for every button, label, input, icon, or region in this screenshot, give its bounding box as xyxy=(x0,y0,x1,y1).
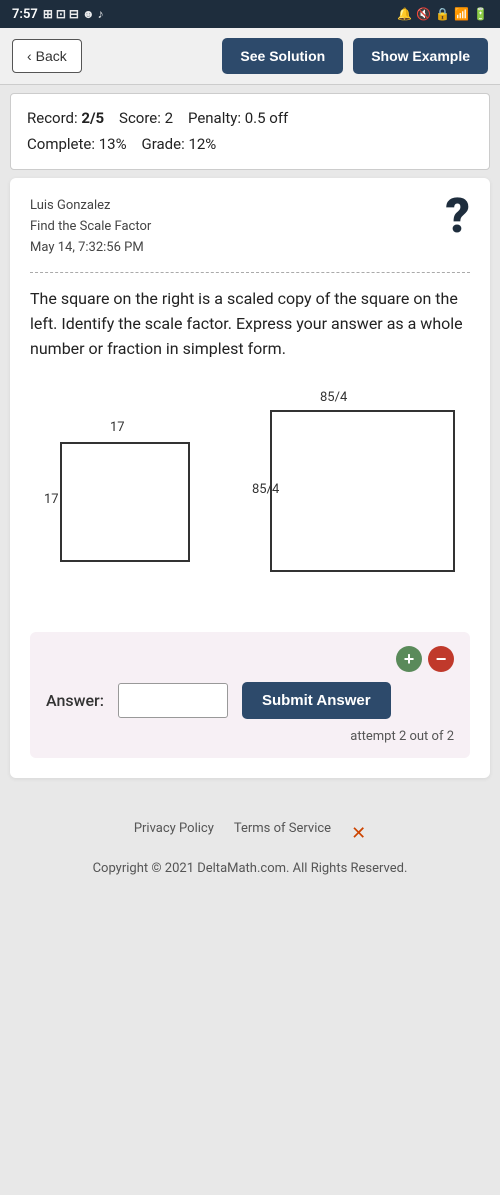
main-card: Luis Gonzalez Find the Scale Factor May … xyxy=(10,178,490,778)
left-square-top-label: 17 xyxy=(110,420,125,435)
record-value: 2/5 xyxy=(81,109,104,127)
problem-text: The square on the right is a scaled copy… xyxy=(30,287,470,361)
score-bar: Record: 2/5 Score: 2 Penalty: 0.5 off Co… xyxy=(10,93,490,170)
status-bar: 7:57 ⊞ ⊡ ⊟ ☻ ♪ 🔔 🔇 🔒 📶 🔋 xyxy=(0,0,500,28)
signal-icon: 📶 xyxy=(454,7,469,21)
student-name: Luis Gonzalez xyxy=(30,196,151,217)
attempt-text: attempt 2 out of 2 xyxy=(46,729,454,744)
terms-of-service-link[interactable]: Terms of Service xyxy=(234,816,331,852)
grade-value: 12% xyxy=(188,135,216,153)
penalty-label: Penalty: xyxy=(188,109,241,127)
student-info: Luis Gonzalez Find the Scale Factor May … xyxy=(30,196,151,258)
diagram-area: 17 17 85/4 85/4 xyxy=(30,382,470,612)
battery-icon: 🔋 xyxy=(473,7,488,21)
card-header: Luis Gonzalez Find the Scale Factor May … xyxy=(30,196,470,258)
answer-row: Answer: Submit Answer xyxy=(46,682,454,719)
time-display: 7:57 xyxy=(12,7,38,22)
close-icon[interactable]: ✕ xyxy=(351,816,366,852)
submit-answer-button[interactable]: Submit Answer xyxy=(242,682,391,719)
status-time: 7:57 ⊞ ⊡ ⊟ ☻ ♪ xyxy=(12,7,104,22)
copyright-text: Copyright © 2021 DeltaMath.com. All Righ… xyxy=(10,856,490,882)
see-solution-button[interactable]: See Solution xyxy=(222,38,343,74)
topic-label: Find the Scale Factor xyxy=(30,217,151,238)
back-label: Back xyxy=(36,48,67,64)
record-label: Record: xyxy=(27,109,78,127)
add-fraction-button[interactable]: + xyxy=(396,646,422,672)
left-square-side-label: 17 xyxy=(44,492,59,507)
alarm-icon: 🔔 xyxy=(397,7,412,21)
mute-icon: 🔇 xyxy=(416,7,431,21)
score-label: Score: xyxy=(119,109,161,127)
status-icons: ⊞ ⊡ ⊟ ☻ ♪ xyxy=(43,7,104,21)
top-nav: ‹ Back See Solution Show Example xyxy=(0,28,500,85)
privacy-policy-link[interactable]: Privacy Policy xyxy=(134,816,214,852)
left-square xyxy=(60,442,190,562)
answer-input[interactable] xyxy=(118,683,228,718)
complete-label: Complete: xyxy=(27,135,95,153)
question-mark-icon: ? xyxy=(446,192,470,240)
show-example-button[interactable]: Show Example xyxy=(353,38,488,74)
divider xyxy=(30,272,470,273)
status-right-icons: 🔔 🔇 🔒 📶 🔋 xyxy=(397,7,488,21)
right-square xyxy=(270,410,455,572)
complete-value: 13% xyxy=(99,135,127,153)
back-chevron-icon: ‹ xyxy=(27,48,32,64)
back-button[interactable]: ‹ Back xyxy=(12,39,82,73)
remove-fraction-button[interactable]: − xyxy=(428,646,454,672)
right-square-top-label: 85/4 xyxy=(320,390,347,405)
answer-area: + − Answer: Submit Answer attempt 2 out … xyxy=(30,632,470,758)
answer-controls: + − xyxy=(46,646,454,672)
date-label: May 14, 7:32:56 PM xyxy=(30,238,151,259)
footer: Privacy Policy Terms of Service ✕ Copyri… xyxy=(0,786,500,892)
answer-label: Answer: xyxy=(46,691,104,710)
footer-links: Privacy Policy Terms of Service ✕ xyxy=(10,816,490,852)
score-value: 2 xyxy=(165,109,173,127)
grade-label: Grade: xyxy=(141,135,184,153)
penalty-value: 0.5 off xyxy=(245,109,289,127)
lock-icon: 🔒 xyxy=(435,7,450,21)
